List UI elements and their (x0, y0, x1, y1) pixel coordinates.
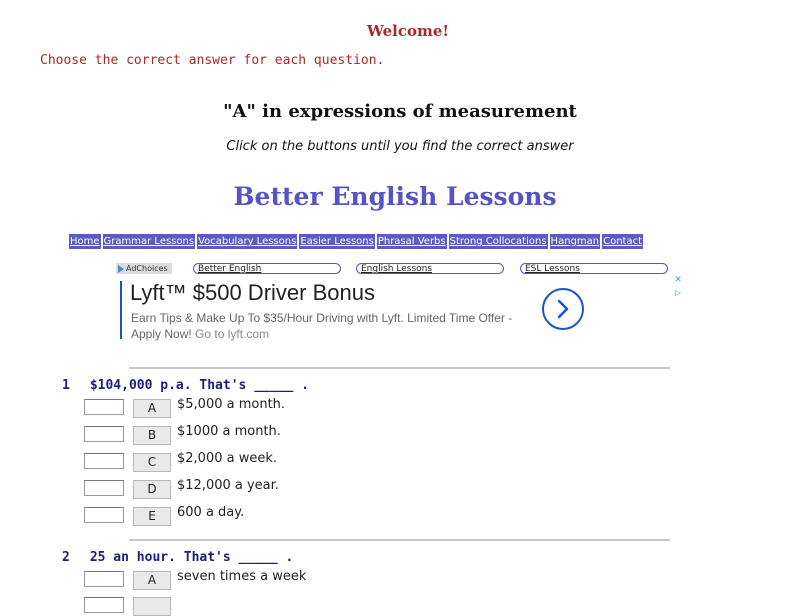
ad-accent-bar (120, 281, 122, 339)
option-text-1c: $2,000 a week. (177, 451, 278, 466)
ad-link-english-lessons[interactable]: English Lessons (356, 263, 504, 274)
welcome-heading: Welcome! (366, 22, 449, 40)
ad-url: Go to lyft.com (195, 327, 270, 341)
nav-home[interactable]: Home (69, 234, 101, 249)
ad-description-text: Earn Tips & Make Up To $35/Hour Driving … (131, 311, 513, 341)
ad-link-esl-lessons[interactable]: ESL Lessons (520, 263, 668, 274)
option-button-1c[interactable]: C (133, 453, 171, 472)
answer-box-1d (84, 480, 124, 496)
option-text-1e: 600 a day. (177, 505, 245, 520)
exercise-subtitle: Click on the buttons until you find the … (226, 139, 574, 154)
question-1: 1 $104,000 p.a. That's _____ . (62, 378, 309, 393)
answer-box-2a (84, 571, 124, 587)
option-button-1a[interactable]: A (133, 399, 171, 418)
option-text-1d: $12,000 a year. (177, 478, 279, 493)
option-button-1e[interactable]: E (133, 507, 171, 526)
option-text-1b: $1000 a month. (177, 424, 281, 439)
nav-hangman[interactable]: Hangman (549, 234, 601, 249)
option-button-1b[interactable]: B (133, 426, 171, 445)
question-number: 1 (62, 378, 70, 393)
question-text: $104,000 p.a. That's _____ . (89, 378, 309, 393)
ad-cta-button[interactable] (542, 288, 584, 330)
adchoices-icon (118, 264, 124, 273)
option-button-2a[interactable]: A (133, 571, 171, 590)
nav-bar: Home Grammar Lessons Vocabulary Lessons … (69, 234, 645, 249)
close-icon[interactable]: ✕ (673, 275, 683, 285)
site-brand[interactable]: Better English Lessons (0, 182, 790, 211)
nav-easier-lessons[interactable]: Easier Lessons (299, 234, 375, 249)
option-text-1a: $5,000 a month. (177, 397, 286, 412)
exercise-title: "A" in expressions of measurement (223, 101, 577, 122)
option-text-2a: seven times a week (177, 569, 307, 584)
answer-box-1a (84, 399, 124, 415)
divider (129, 367, 670, 369)
nav-grammar-lessons[interactable]: Grammar Lessons (102, 234, 196, 249)
ad-title[interactable]: Lyft™ $500 Driver Bonus (130, 280, 375, 306)
question-text: 25 an hour. That's _____ . (89, 550, 294, 565)
answer-box-1c (84, 453, 124, 469)
nav-phrasal-verbs[interactable]: Phrasal Verbs (376, 234, 447, 249)
answer-box-1b (84, 426, 124, 442)
nav-contact[interactable]: Contact (602, 234, 643, 249)
nav-vocabulary-lessons[interactable]: Vocabulary Lessons (197, 234, 298, 249)
divider (129, 539, 670, 541)
answer-box-2b (84, 597, 124, 613)
nav-strong-collocations[interactable]: Strong Collocations (448, 234, 548, 249)
instructions-text: Choose the correct answer for each quest… (40, 53, 385, 68)
ad-info-icon[interactable]: ▷ (673, 288, 683, 298)
question-2: 2 25 an hour. That's _____ . (62, 550, 293, 565)
adchoices-badge[interactable]: AdChoices (116, 263, 172, 274)
ad-description[interactable]: Earn Tips & Make Up To $35/Hour Driving … (131, 310, 531, 342)
option-button-1d[interactable]: D (133, 480, 171, 499)
chevron-right-icon (557, 299, 569, 319)
ad-link-better-english[interactable]: Better English (193, 263, 341, 274)
adchoices-label: AdChoices (126, 264, 168, 273)
question-number: 2 (62, 550, 70, 565)
answer-box-1e (84, 507, 124, 523)
